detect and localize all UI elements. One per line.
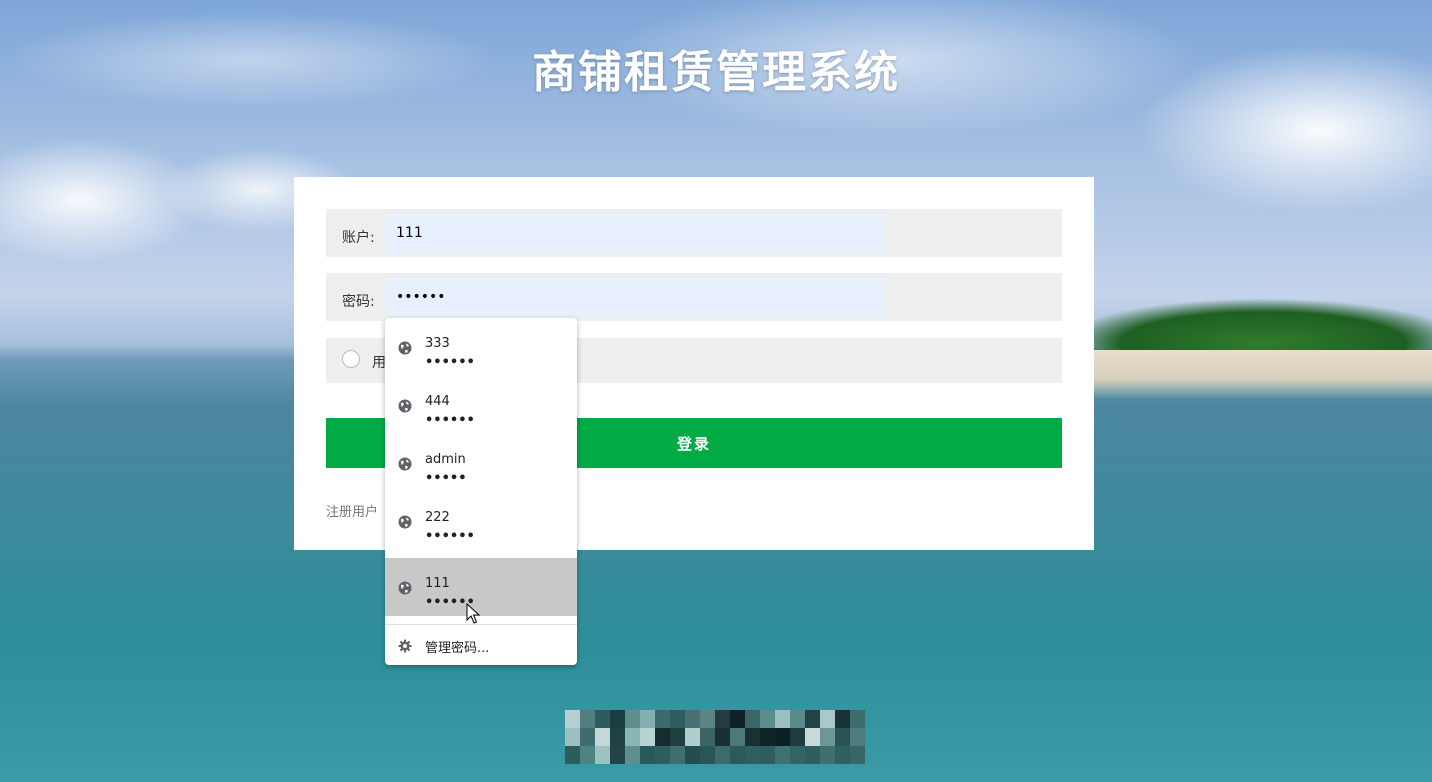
autofill-item[interactable]: admin ••••• bbox=[385, 434, 577, 492]
globe-icon bbox=[398, 457, 412, 471]
autofill-item-selected[interactable]: 111 •••••• bbox=[385, 558, 577, 616]
register-link[interactable]: 注册用户 bbox=[326, 501, 378, 520]
autofill-username: admin bbox=[425, 452, 466, 467]
autofill-username: 111 bbox=[425, 576, 450, 591]
account-label: 账户: bbox=[342, 230, 375, 246]
autofill-item[interactable]: 333 •••••• bbox=[385, 318, 577, 376]
background-beach bbox=[1094, 350, 1432, 398]
password-autofill-dropdown: 333 •••••• 444 •••••• admin ••••• 222 ••… bbox=[385, 318, 577, 665]
gear-icon bbox=[398, 639, 412, 653]
password-row: 密码: •••••• bbox=[326, 273, 1062, 321]
autofill-password: ••••• bbox=[425, 471, 467, 486]
pixelated-footer-logo bbox=[565, 710, 865, 764]
globe-icon bbox=[398, 399, 412, 413]
password-label: 密码: bbox=[342, 294, 375, 310]
autofill-item[interactable]: 222 •••••• bbox=[385, 492, 577, 550]
manage-passwords-item[interactable]: 管理密码... bbox=[385, 628, 577, 664]
autofill-item[interactable]: 444 •••••• bbox=[385, 376, 577, 434]
role-radio-label: 用 bbox=[372, 355, 386, 371]
autofill-username: 222 bbox=[425, 510, 450, 525]
globe-icon bbox=[398, 341, 412, 355]
manage-passwords-label: 管理密码... bbox=[425, 641, 490, 656]
autofill-username: 333 bbox=[425, 336, 450, 351]
mouse-cursor-icon bbox=[466, 603, 480, 624]
globe-icon bbox=[398, 581, 412, 595]
globe-icon bbox=[398, 515, 412, 529]
background-island bbox=[1094, 292, 1432, 356]
dropdown-divider bbox=[385, 624, 577, 625]
account-row: 账户: 111 bbox=[326, 209, 1062, 257]
autofill-password: •••••• bbox=[425, 355, 475, 370]
password-input[interactable]: •••••• bbox=[386, 277, 884, 317]
role-radio[interactable] bbox=[342, 350, 360, 368]
page-title: 商铺租赁管理系统 bbox=[532, 47, 900, 98]
autofill-password: •••••• bbox=[425, 529, 475, 544]
autofill-password: •••••• bbox=[425, 413, 475, 428]
autofill-username: 444 bbox=[425, 394, 450, 409]
account-input[interactable]: 111 bbox=[386, 213, 884, 253]
